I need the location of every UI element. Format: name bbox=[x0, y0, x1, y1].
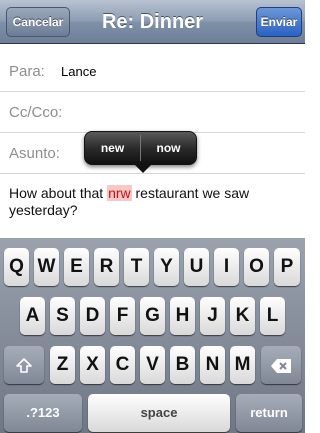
key-k[interactable]: K bbox=[230, 297, 255, 335]
numbers-key[interactable]: .?123 bbox=[4, 394, 82, 432]
suggestion-now[interactable]: now bbox=[141, 132, 196, 164]
key-l[interactable]: L bbox=[260, 297, 285, 335]
misspelled-word[interactable]: nrw bbox=[107, 185, 132, 201]
key-g[interactable]: G bbox=[140, 297, 165, 335]
key-w[interactable]: W bbox=[34, 248, 59, 286]
key-q[interactable]: Q bbox=[4, 248, 29, 286]
key-s[interactable]: S bbox=[50, 297, 75, 335]
key-b[interactable]: B bbox=[170, 346, 195, 384]
key-f[interactable]: F bbox=[110, 297, 135, 335]
key-j[interactable]: J bbox=[200, 297, 225, 335]
navigation-bar: Cancelar Re: Dinner Enviar bbox=[0, 0, 305, 44]
space-key[interactable]: space bbox=[88, 394, 230, 432]
key-p[interactable]: P bbox=[274, 248, 300, 286]
key-z[interactable]: Z bbox=[50, 346, 75, 384]
shift-icon bbox=[16, 358, 32, 374]
key-x[interactable]: X bbox=[80, 346, 105, 384]
key-c[interactable]: C bbox=[110, 346, 135, 384]
to-recipient[interactable]: Lance bbox=[61, 51, 96, 92]
keyboard: Q W E R T Y U I O P A S D F G H J K L Z … bbox=[0, 238, 305, 433]
key-i[interactable]: I bbox=[214, 248, 239, 286]
send-button[interactable]: Enviar bbox=[256, 7, 302, 37]
key-v[interactable]: V bbox=[140, 346, 165, 384]
message-body[interactable]: How about that nrw restaurant we saw yes… bbox=[9, 185, 299, 219]
return-key[interactable]: return bbox=[236, 394, 302, 432]
key-u[interactable]: U bbox=[184, 248, 209, 286]
key-y[interactable]: Y bbox=[154, 248, 179, 286]
backspace-icon bbox=[271, 359, 291, 374]
key-o[interactable]: O bbox=[244, 248, 269, 286]
key-e[interactable]: E bbox=[64, 248, 89, 286]
body-text-before: How about that bbox=[9, 185, 108, 201]
delete-key[interactable] bbox=[261, 346, 301, 384]
key-n[interactable]: N bbox=[200, 346, 225, 384]
key-r[interactable]: R bbox=[94, 248, 119, 286]
cancel-button[interactable]: Cancelar bbox=[6, 7, 70, 37]
key-h[interactable]: H bbox=[170, 297, 195, 335]
key-m[interactable]: M bbox=[230, 346, 255, 384]
suggestion-new[interactable]: new bbox=[85, 132, 140, 164]
cc-bcc-label: Cc/Cco: bbox=[9, 104, 63, 121]
shift-key[interactable] bbox=[4, 346, 44, 384]
key-a[interactable]: A bbox=[20, 297, 45, 335]
spelling-suggestions: new now bbox=[84, 131, 197, 165]
to-field[interactable]: Para: Lance bbox=[0, 51, 305, 92]
subject-label: Asunto: bbox=[9, 145, 60, 162]
key-t[interactable]: T bbox=[124, 248, 149, 286]
key-d[interactable]: D bbox=[80, 297, 105, 335]
to-label: Para: bbox=[9, 63, 45, 80]
cc-bcc-field[interactable]: Cc/Cco: bbox=[0, 92, 305, 133]
suggestion-pointer bbox=[134, 164, 152, 173]
page-title: Re: Dinner bbox=[101, 11, 204, 33]
